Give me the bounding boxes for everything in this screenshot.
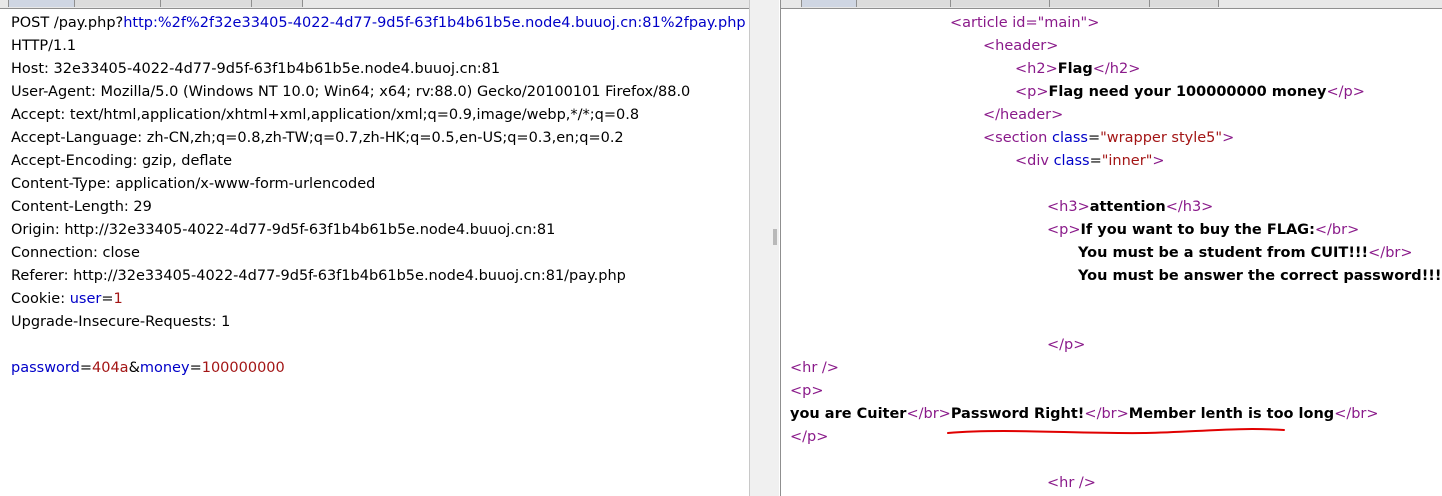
code-section-attr: class xyxy=(1051,130,1088,146)
request-line[interactable]: POST /pay.php?http:%2f%2f32e33405-4022-4… xyxy=(11,12,746,35)
header-cookie[interactable]: Cookie: user=1 xyxy=(11,288,123,311)
header-user-agent[interactable]: User-Agent: Mozilla/5.0 (Windows NT 10.0… xyxy=(11,81,690,104)
code-p-text: Flag need your 100000000 money xyxy=(1048,84,1327,100)
red-underline-annotation xyxy=(947,428,1285,435)
code-h2-open: <h2> xyxy=(1015,61,1058,77)
code-password-line: You must be answer the correct password!… xyxy=(1078,265,1442,288)
request-tab-strip xyxy=(0,0,749,9)
response-tab-1[interactable] xyxy=(801,0,857,7)
code-div-line: <div class="inner"> xyxy=(1015,150,1165,173)
code-p2-close: </p> xyxy=(1047,337,1086,353)
code-h3-text: attention xyxy=(1089,199,1166,215)
code-student-text: You must be a student from CUIT!!! xyxy=(1078,245,1369,261)
cookie-name: user xyxy=(69,291,102,307)
request-tab-2[interactable] xyxy=(74,0,161,7)
code-h2-line: <h2>Flag</h2> xyxy=(1015,58,1140,81)
code-p2-line: <p>If you want to buy the FLAG:</br> xyxy=(1047,219,1359,242)
response-tab-4[interactable] xyxy=(1049,0,1150,7)
code-h3-close: </h3> xyxy=(1165,199,1214,215)
code-header-close: </header> xyxy=(983,107,1064,123)
response-tab-3[interactable] xyxy=(950,0,1050,7)
code-p3-close: </p> xyxy=(790,429,829,445)
code-div-end: > xyxy=(1152,153,1165,169)
request-protocol[interactable]: HTTP/1.1 xyxy=(11,35,76,58)
code-section-line: <section class="wrapper style5"> xyxy=(983,127,1234,150)
request-method: POST xyxy=(11,15,50,31)
body-param-password-name: password xyxy=(11,360,80,376)
code-password-text: You must be answer the correct password!… xyxy=(1078,268,1442,284)
splitter-grip-icon[interactable] xyxy=(773,229,777,245)
body-param-password-value: 404a xyxy=(92,360,129,376)
code-article-open: <article id="main"> xyxy=(950,15,1100,31)
code-p3-open: <p> xyxy=(790,383,824,399)
code-p-open: <p> xyxy=(1015,84,1049,100)
code-section-tag: <section xyxy=(983,130,1052,146)
code-result-line: you are Cuiter</br>Password Right!</br>M… xyxy=(790,403,1379,426)
code-h2-text: Flag xyxy=(1057,61,1093,77)
code-h3-open: <h3> xyxy=(1047,199,1090,215)
header-accept-language[interactable]: Accept-Language: zh-CN,zh;q=0.8,zh-TW;q=… xyxy=(11,127,624,150)
code-br-1: </br> xyxy=(1314,222,1360,238)
header-host[interactable]: Host: 32e33405-4022-4d77-9d5f-63f1b4b61b… xyxy=(11,58,500,81)
code-hr-2: <hr /> xyxy=(1047,475,1096,491)
header-content-type[interactable]: Content-Type: application/x-www-form-url… xyxy=(11,173,375,196)
code-p2-text: If you want to buy the FLAG: xyxy=(1080,222,1315,238)
response-tab-strip xyxy=(781,0,1442,9)
code-h3-line: <h3>attention</h3> xyxy=(1047,196,1213,219)
cookie-eq: = xyxy=(101,291,114,307)
code-div-val: "inner" xyxy=(1101,153,1153,169)
cookie-value: 1 xyxy=(113,291,123,307)
header-accept-encoding[interactable]: Accept-Encoding: gzip, deflate xyxy=(11,150,232,173)
request-body[interactable]: password=404a&money=100000000 xyxy=(11,357,285,380)
response-tab-5[interactable] xyxy=(1149,0,1219,7)
body-param-money-name: money xyxy=(139,360,190,376)
code-pw-right-text: Password Right! xyxy=(950,406,1085,422)
code-div-attr: class xyxy=(1053,153,1090,169)
code-h2-close: </h2> xyxy=(1092,61,1141,77)
code-section-val: "wrapper style5" xyxy=(1100,130,1223,146)
body-eq-2: = xyxy=(189,360,202,376)
request-path-prefix: /pay.php? xyxy=(49,15,124,31)
code-section-eq: = xyxy=(1087,130,1101,146)
header-connection[interactable]: Connection: close xyxy=(11,242,140,265)
code-p-close: </p> xyxy=(1326,84,1365,100)
request-tab-3[interactable] xyxy=(160,0,252,7)
header-upgrade-insecure[interactable]: Upgrade-Insecure-Requests: 1 xyxy=(11,311,230,334)
code-div-eq: = xyxy=(1089,153,1102,169)
cookie-label: Cookie: xyxy=(11,291,70,307)
header-content-length[interactable]: Content-Length: 29 xyxy=(11,196,152,219)
response-tab-2[interactable] xyxy=(856,0,951,7)
body-param-money-value: 100000000 xyxy=(201,360,285,376)
request-path-url: http:%2f%2f32e33405-4022-4d77-9d5f-63f1b… xyxy=(123,15,746,31)
code-br-2: </br> xyxy=(1368,245,1413,261)
request-tab-4[interactable] xyxy=(251,0,303,7)
code-br-4: </br> xyxy=(1084,406,1129,422)
header-origin[interactable]: Origin: http://32e33405-4022-4d77-9d5f-6… xyxy=(11,219,555,242)
code-br-5: </br> xyxy=(1334,406,1379,422)
request-tab-1[interactable] xyxy=(8,0,75,7)
code-cuiter-text: you are Cuiter xyxy=(790,406,907,422)
code-section-end: > xyxy=(1222,130,1235,146)
header-referer[interactable]: Referer: http://32e33405-4022-4d77-9d5f-… xyxy=(11,265,626,288)
body-eq-1: = xyxy=(79,360,92,376)
code-div-tag: <div xyxy=(1015,153,1054,169)
code-member-text: Member lenth is too long xyxy=(1128,406,1335,422)
code-hr-1: <hr /> xyxy=(790,360,839,376)
body-amp: & xyxy=(128,360,140,376)
code-br-3: </br> xyxy=(906,406,951,422)
pane-splitter[interactable] xyxy=(750,0,779,496)
code-student-line: You must be a student from CUIT!!!</br> xyxy=(1078,242,1413,265)
request-pane[interactable]: POST /pay.php?http:%2f%2f32e33405-4022-4… xyxy=(0,0,750,496)
code-header-open: <header> xyxy=(983,38,1059,54)
code-p-line: <p>Flag need your 100000000 money</p> xyxy=(1015,81,1365,104)
code-p2-open: <p> xyxy=(1047,222,1081,238)
header-accept[interactable]: Accept: text/html,application/xhtml+xml,… xyxy=(11,104,639,127)
